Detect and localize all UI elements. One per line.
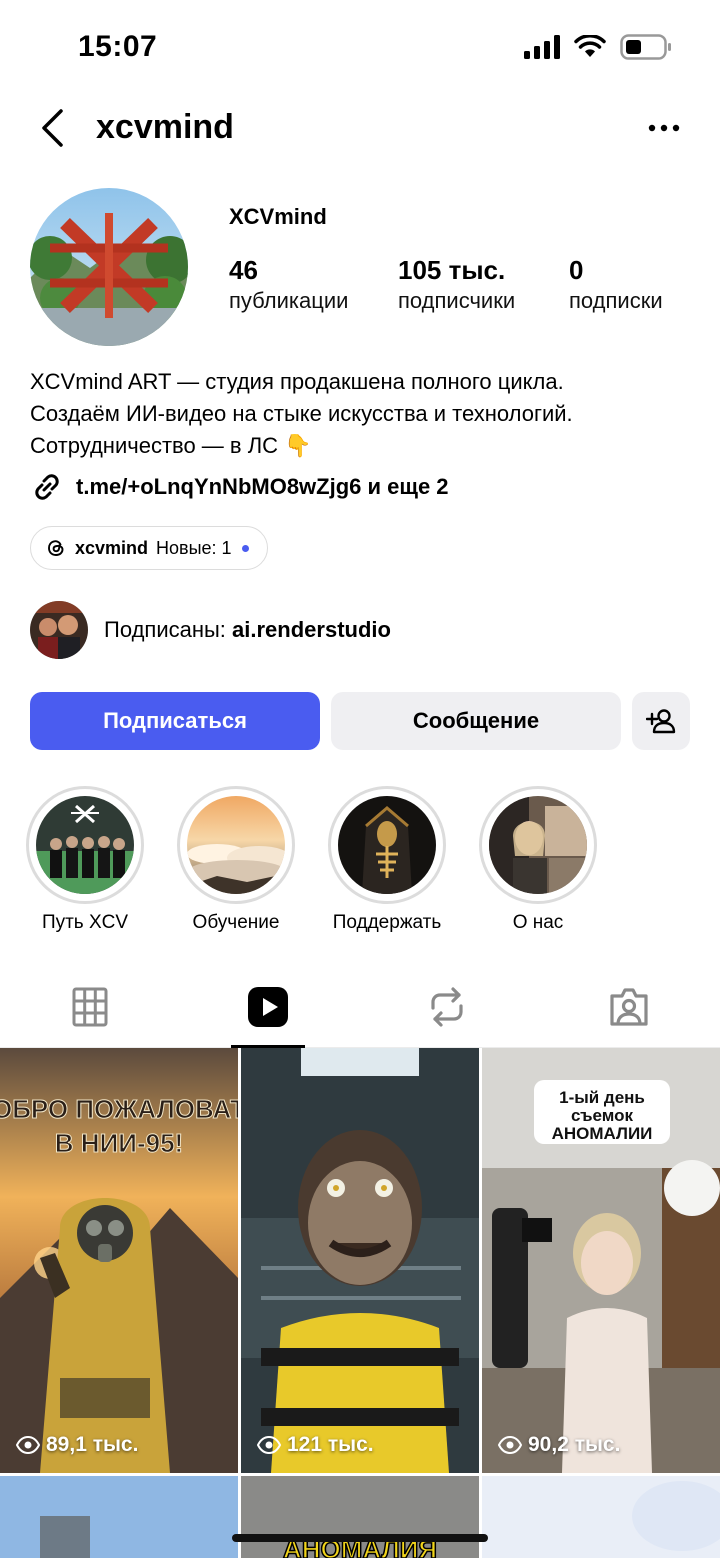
bio-link-text: t.me/+oLnqYnNbMO8wZjg6 и еще 2: [76, 474, 449, 499]
bio-link[interactable]: t.me/+oLnqYnNbMO8wZjg6 и еще 2: [30, 470, 449, 504]
highlight-label: Путь XCV: [41, 912, 129, 933]
threads-new-count: Новые: 1: [156, 537, 232, 558]
username-title: xcvmind: [96, 108, 234, 146]
tab-tagged[interactable]: [599, 984, 659, 1030]
reel-thumbnail[interactable]: [0, 1476, 238, 1558]
eye-icon: [257, 1436, 281, 1454]
link-icon: [35, 474, 59, 500]
bio-line: Создаём ИИ-видео на стыке искусства и те…: [30, 401, 573, 426]
display-name: XCVmind: [229, 204, 327, 229]
story-highlights: Путь XCV Обучение Поддержать О нас: [0, 786, 720, 936]
reel-thumbnail[interactable]: АНОМАЛИЯ: [241, 1476, 479, 1558]
highlight-label: О нас: [512, 912, 564, 933]
threads-badge[interactable]: xcvmind Новые: 1: [30, 526, 268, 570]
bio-line: XCVmind ART — студия продакшена полного …: [30, 369, 564, 394]
highlight-label: Поддержать: [332, 912, 442, 933]
stat-following-value: 0: [569, 255, 584, 285]
highlight-item[interactable]: Путь XCV: [25, 786, 145, 934]
tab-grid[interactable]: [60, 984, 120, 1030]
eye-icon: [498, 1436, 522, 1454]
stat-posts-value: 46: [229, 255, 258, 285]
stat-following-label: подписки: [569, 288, 663, 313]
suggest-users-button[interactable]: [632, 692, 690, 750]
stat-following[interactable]: 0 подписки: [569, 254, 663, 316]
thumbnail-overlay-text: съемок: [571, 1106, 634, 1125]
tab-reels[interactable]: [238, 984, 298, 1030]
stat-followers-label: подписчики: [398, 288, 516, 313]
bio-line: Сотрудничество — в ЛС 👇: [30, 433, 312, 458]
add-user-icon: [646, 709, 676, 734]
followed-by-avatar: [30, 601, 88, 659]
status-time: 15:07: [78, 30, 158, 63]
battery-icon: [620, 34, 671, 60]
status-icons: [524, 34, 672, 60]
reel-thumbnail[interactable]: 121 тыс.: [241, 1048, 479, 1473]
tagged-person-icon: [610, 988, 648, 1026]
view-count: 89,1 тыс.: [16, 1433, 138, 1457]
highlight-cover: [338, 796, 436, 894]
reel-thumbnail[interactable]: [482, 1476, 720, 1558]
wifi-icon: [574, 35, 606, 57]
reel-thumbnail[interactable]: ДОБРО ПОЖАЛОВАТЬ В НИИ-95! 89,1 тыс.: [0, 1048, 238, 1473]
threads-username: xcvmind: [75, 537, 149, 558]
followed-by-row[interactable]: Подписаны: ai.renderstudio: [30, 601, 391, 659]
eye-icon: [16, 1436, 40, 1454]
back-button[interactable]: [32, 106, 72, 150]
stat-posts-label: публикации: [229, 288, 349, 313]
thumbnail-overlay-text: В НИИ-95!: [55, 1128, 183, 1158]
view-count: 90,2 тыс.: [498, 1433, 620, 1457]
view-count: 121 тыс.: [257, 1433, 374, 1457]
thumbnail-overlay-text: АНОМАЛИИ: [552, 1124, 653, 1143]
stat-followers[interactable]: 105 тыс. подписчики: [398, 254, 515, 316]
more-dots-icon: [648, 124, 680, 132]
chevron-left-icon: [42, 109, 63, 147]
bio: XCVmind ART — студия продакшена полного …: [30, 366, 690, 462]
stat-posts[interactable]: 46 публикации: [229, 254, 348, 316]
message-button[interactable]: Сообщение: [331, 692, 621, 750]
tab-reposts[interactable]: [417, 984, 477, 1030]
highlight-cover: [187, 796, 285, 894]
thumbnail-overlay-text: 1-ый день: [559, 1088, 645, 1107]
reels-play-icon: [248, 987, 288, 1027]
highlight-item[interactable]: О нас: [478, 786, 598, 934]
highlight-item[interactable]: Обучение: [176, 786, 296, 934]
cellular-signal-icon: [524, 35, 560, 59]
reel-thumbnail[interactable]: 1-ый день съемок АНОМАЛИИ 90,2 тыс.: [482, 1048, 720, 1473]
home-indicator[interactable]: [232, 1534, 488, 1542]
threads-icon: [48, 540, 64, 556]
more-options-button[interactable]: [644, 110, 684, 146]
status-bar: 15:07: [0, 0, 720, 96]
profile-avatar[interactable]: [30, 188, 188, 346]
repost-icon: [431, 987, 463, 1027]
threads-new-dot: [241, 544, 249, 552]
profile-tabs: [0, 966, 720, 1048]
highlight-cover: [489, 796, 587, 894]
followed-by-user: ai.renderstudio: [232, 617, 391, 642]
highlight-label: Обучение: [192, 912, 280, 933]
stat-followers-value: 105 тыс.: [398, 255, 506, 285]
profile-header: xcvmind: [0, 96, 720, 160]
grid-icon: [72, 987, 108, 1027]
highlight-item[interactable]: Поддержать: [327, 786, 447, 934]
thumbnail-overlay-text: ДОБРО ПОЖАЛОВАТЬ: [0, 1094, 238, 1124]
highlight-cover: [36, 796, 134, 894]
follow-button[interactable]: Подписаться: [30, 692, 320, 750]
followed-by-text: Подписаны: ai.renderstudio: [104, 617, 391, 642]
